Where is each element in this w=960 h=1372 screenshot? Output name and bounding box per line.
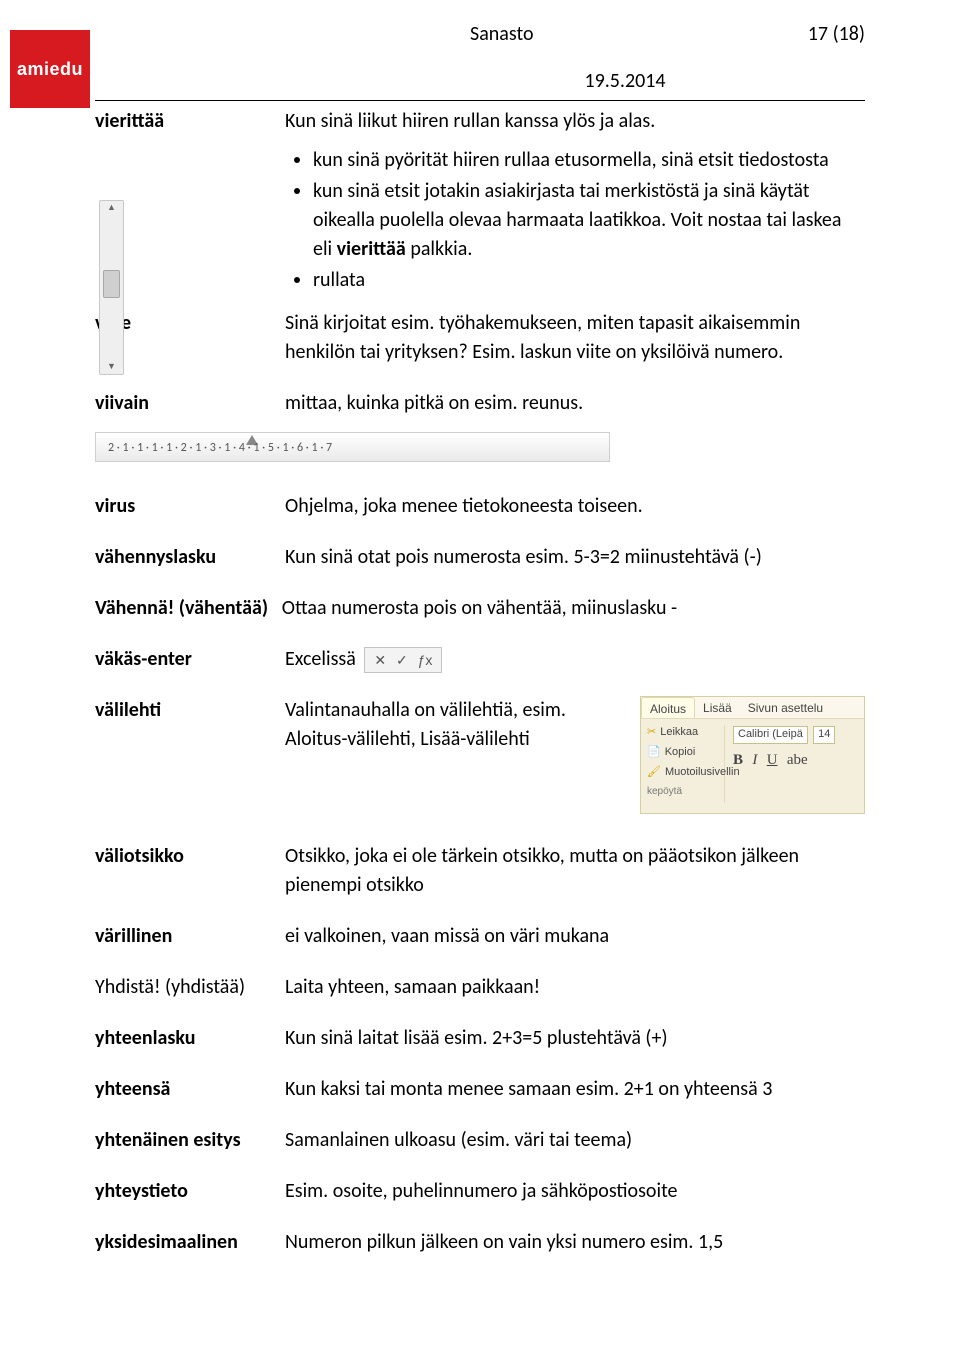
entry-varillinen: värillinen ei valkoinen, vaan missä on v… (95, 922, 865, 951)
tab-lisaa: Lisää (695, 697, 740, 718)
font-size-select: 14 (813, 726, 835, 744)
scroll-thumb (103, 270, 120, 298)
term-yhdista: Yhdistä! (yhdistää) (95, 973, 285, 1002)
def-viite: Sinä kirjoitat esim. työhakemukseen, mit… (285, 309, 865, 367)
font-select: Calibri (Leipä (733, 726, 808, 744)
term-virus: virus (95, 492, 285, 521)
entry-vakas: väkäs-enter Excelissä ✕ ✓ ƒx (95, 645, 865, 674)
scissors-icon: ✂ (647, 725, 656, 741)
term-vakas: väkäs-enter (95, 645, 285, 674)
entry-viite: viite Sinä kirjoitat esim. työhakemuksee… (95, 309, 865, 367)
italic-button: I (752, 752, 757, 768)
term-yksidesimaalinen: yksidesimaalinen (95, 1228, 285, 1257)
entry-yhteenlasku: yhteenlasku Kun sinä laitat lisää esim. … (95, 1024, 865, 1053)
scroll-down-icon: ▼ (100, 360, 123, 374)
entry-vahennyslasku: vähennyslasku Kun sinä otat pois numeros… (95, 543, 865, 572)
term-viivain: viivain (95, 389, 285, 418)
term-yhtenainen: yhtenäinen esitys (95, 1126, 285, 1155)
tab-sivun-asettelu: Sivun asettelu (740, 697, 831, 718)
term-vierittaa: vierittää (95, 107, 285, 136)
cancel-icon: ✕ (374, 652, 386, 668)
def-valilehti: Aloitus Lisää Sivun asettelu ✂Leikkaa 📄K… (285, 696, 865, 820)
entry-viivain: viivain mittaa, kuinka pitkä on esim. re… (95, 389, 865, 418)
underline-button: U (767, 752, 778, 768)
term-vahennyslasku: vähennyslasku (95, 543, 285, 572)
term-valilehti: välilehti (95, 696, 285, 725)
vierittaa-bullet-2: kun sinä etsit jotakin asiakirjasta tai … (313, 177, 865, 264)
def-virus: Ohjelma, joka menee tietokoneesta toisee… (285, 492, 865, 521)
term-varillinen: värillinen (95, 922, 285, 951)
clipboard-label: kepöytä (647, 785, 724, 800)
strike-button: abe (787, 752, 808, 768)
scroll-up-icon: ▲ (100, 201, 123, 215)
entry-yhdista: Yhdistä! (yhdistää) Laita yhteen, samaan… (95, 973, 865, 1002)
brush-icon: 🖌 (647, 765, 661, 781)
entry-valilehti: välilehti Aloitus Lisää Sivun asettelu ✂… (95, 696, 865, 820)
term-vahenna: Vähennä! (vähentää) (95, 596, 268, 620)
def-vakas: Excelissä ✕ ✓ ƒx (285, 645, 865, 674)
vierittaa-bullet-1: kun sinä pyörität hiiren rullaa etusorme… (313, 146, 865, 175)
entry-valiotsikko: väliotsikko Otsikko, joka ei ole tärkein… (95, 842, 865, 900)
header-divider (95, 100, 865, 101)
def-yhteenlasku: Kun sinä laitat lisää esim. 2+3=5 pluste… (285, 1024, 865, 1053)
def-yhteensa: Kun kaksi tai monta menee samaan esim. 2… (285, 1075, 865, 1104)
fx-icon: ƒx (418, 652, 433, 668)
def-vierittaa: Kun sinä liikut hiiren rullan kanssa ylö… (285, 107, 865, 297)
entry-vahenna: Vähennä! (vähentää) Ottaa numerosta pois… (95, 594, 865, 623)
entry-yksidesimaalinen: yksidesimaalinen Numeron pilkun jälkeen … (95, 1228, 865, 1257)
def-yksidesimaalinen: Numeron pilkun jälkeen on vain yksi nume… (285, 1228, 865, 1257)
ribbon-tabs: Aloitus Lisää Sivun asettelu (641, 697, 864, 719)
entry-yhteensa: yhteensä Kun kaksi tai monta menee samaa… (95, 1075, 865, 1104)
def-vahenna: Ottaa numerosta pois on vähentää, miinus… (282, 596, 677, 620)
def-yhtenainen: Samanlainen ulkoasu (esim. väri tai teem… (285, 1126, 865, 1155)
def-yhdista: Laita yhteen, samaan paikkaan! (285, 973, 865, 1002)
bold-button: B (733, 752, 743, 768)
entry-vierittaa: vierittää Kun sinä liikut hiiren rullan … (95, 107, 865, 297)
header-page: 17 (18) (808, 20, 865, 49)
def-valiotsikko: Otsikko, joka ei ole tärkein otsikko, mu… (285, 842, 865, 900)
term-yhteystieto: yhteystieto (95, 1177, 285, 1206)
clipboard-group: ✂Leikkaa 📄Kopioi 🖌Muotoilusivellin kepöy… (647, 725, 725, 803)
scrollbar-illustration: ▲ ▼ (99, 200, 124, 375)
term-valiotsikko: väliotsikko (95, 842, 285, 871)
def-viivain: mittaa, kuinka pitkä on esim. reunus. (285, 389, 865, 418)
header: Sanasto 17 (18) (95, 20, 865, 49)
copy-icon: 📄 (647, 745, 661, 761)
formula-bar-illustration: ✕ ✓ ƒx (364, 647, 442, 673)
logo-text: amiedu (17, 56, 83, 82)
def-vahennyslasku: Kun sinä otat pois numerosta esim. 5-3=2… (285, 543, 865, 572)
entry-yhtenainen: yhtenäinen esitys Samanlainen ulkoasu (e… (95, 1126, 865, 1155)
vierittaa-bullets: kun sinä pyörität hiiren rullaa etusorme… (313, 146, 865, 295)
logo: amiedu (10, 30, 90, 108)
term-yhteenlasku: yhteenlasku (95, 1024, 285, 1053)
def-vierittaa-line1: Kun sinä liikut hiiren rullan kanssa ylö… (285, 109, 655, 133)
entry-virus: virus Ohjelma, joka menee tietokoneesta … (95, 492, 865, 521)
def-varillinen: ei valkoinen, vaan missä on väri mukana (285, 922, 865, 951)
font-group: Calibri (Leipä 14 B I U abe (725, 725, 835, 803)
def-yhteystieto: Esim. osoite, puhelinnumero ja sähköpost… (285, 1177, 865, 1206)
ruler-ticks: 2 · 1 · 1 · 1 · 1 · 2 · 1 · 3 · 1 · 4 · … (108, 440, 601, 457)
ribbon-illustration: Aloitus Lisää Sivun asettelu ✂Leikkaa 📄K… (640, 696, 865, 814)
header-date: 19.5.2014 (95, 67, 865, 96)
vierittaa-bullet-3: rullata (313, 266, 865, 295)
entry-yhteystieto: yhteystieto Esim. osoite, puhelinnumero … (95, 1177, 865, 1206)
header-title: Sanasto (95, 20, 534, 49)
page: amiedu Sanasto 17 (18) 19.5.2014 vieritt… (0, 0, 960, 1287)
ruler-illustration: 2 · 1 · 1 · 1 · 1 · 2 · 1 · 3 · 1 · 4 · … (95, 432, 610, 462)
tab-aloitus: Aloitus (641, 697, 695, 718)
confirm-icon: ✓ (396, 652, 408, 668)
term-yhteensa: yhteensä (95, 1075, 285, 1104)
